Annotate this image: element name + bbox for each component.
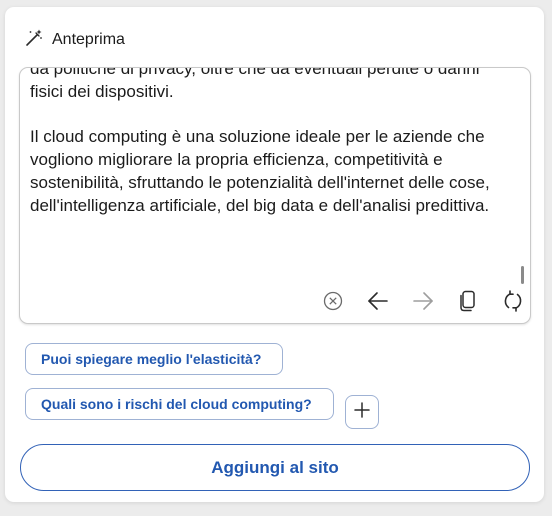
stop-button[interactable] [310,288,355,318]
magic-wand-icon [24,28,44,53]
copy-icon [457,289,479,318]
back-button[interactable] [355,288,400,318]
forward-arrow-icon [411,290,435,317]
add-to-site-button[interactable]: Aggiungi al sito [20,444,530,491]
preview-content: da politiche di privacy, oltre che da ev… [30,67,508,218]
suggestion-chip-risks[interactable]: Quali sono i rischi del cloud computing? [25,388,334,420]
back-arrow-icon [366,290,390,317]
suggestion-chip-elasticity[interactable]: Puoi spiegare meglio l'elasticità? [25,343,283,375]
stop-icon [322,290,344,317]
preview-panel: Anteprima da politiche di privacy, oltre… [5,7,544,502]
preview-toolbar [310,288,530,318]
panel-header: Anteprima [24,29,125,51]
regenerate-icon [501,289,525,318]
plus-icon [353,401,371,424]
copy-button[interactable] [445,288,490,318]
regenerate-button[interactable] [490,288,530,318]
panel-title: Anteprima [52,31,125,48]
preview-paragraph: Il cloud computing è una soluzione ideal… [30,127,490,215]
more-suggestions-button[interactable] [345,395,379,429]
preview-paragraph: da politiche di privacy, oltre che da ev… [30,67,480,101]
preview-text-area[interactable]: da politiche di privacy, oltre che da ev… [19,67,531,324]
scrollbar-thumb[interactable] [521,266,524,284]
forward-button[interactable] [400,288,445,318]
